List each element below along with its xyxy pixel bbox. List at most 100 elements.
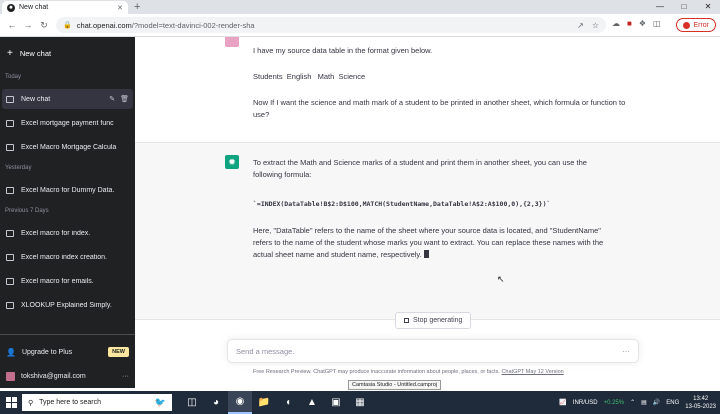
sidepanel-icon[interactable]: ◫: [653, 19, 661, 28]
version-link[interactable]: ChatGPT May 12 Version: [501, 369, 563, 375]
sidebar-item-new-chat[interactable]: New chat ✎ 🗑: [2, 89, 133, 109]
lock-icon[interactable]: 🔒: [63, 21, 72, 29]
tab-title: New chat: [19, 4, 49, 11]
sidebar-item-emails[interactable]: Excel macro for emails.: [2, 271, 133, 291]
chat-bubble-icon: [6, 143, 14, 151]
mouse-pointer-icon: ↖: [497, 274, 505, 284]
tray-chevron-icon[interactable]: ⌃: [630, 399, 635, 406]
profile-error-label: Error: [693, 21, 709, 29]
assistant-paragraph-1: To extract the Math and Science marks of…: [253, 158, 587, 179]
url-path: /?model=text-davinci-002-render-sha: [131, 20, 255, 30]
openai-favicon-icon: ✹: [7, 3, 15, 12]
user-message-line-3: Now If I want the science and math mark …: [253, 98, 626, 119]
taskbar-search[interactable]: ⚲ Type here to search 🐦: [22, 394, 172, 411]
cloud-extension-icon[interactable]: ☁: [612, 19, 620, 28]
chat-bubble-icon: [6, 186, 14, 194]
sidebar-item-macro-mortgage[interactable]: Excel Macro Mortgage Calcula: [2, 137, 133, 157]
user-icon: 👤: [6, 347, 16, 357]
browser-tab-strip: ✹ New chat ✕ + — □ ✕: [0, 0, 720, 14]
tab-close-icon[interactable]: ✕: [117, 4, 123, 12]
extensions-area: ☁ ■ ❖ ◫: [612, 19, 661, 28]
stop-generating-button[interactable]: Stop generating: [395, 312, 472, 329]
user-message-line-2: Students English Math Science: [253, 72, 366, 81]
disclaimer: Free Research Preview. ChatGPT may produ…: [253, 369, 564, 375]
edit-pencil-icon[interactable]: ✎: [109, 95, 115, 103]
excel-icon[interactable]: ▦: [348, 391, 372, 414]
start-button[interactable]: [0, 391, 22, 414]
camtasia-icon[interactable]: ▣: [324, 391, 348, 414]
sidebar-item-xlookup[interactable]: XLOOKUP Explained Simply.: [2, 295, 133, 315]
reload-icon[interactable]: ↻: [36, 20, 52, 31]
stop-generating-label: Stop generating: [413, 317, 463, 324]
back-arrow-icon[interactable]: ←: [4, 20, 20, 30]
share-icon[interactable]: ↗: [577, 21, 584, 30]
url-host: chat.openai.com: [76, 20, 132, 30]
clock-date: 13-05-2023: [685, 403, 716, 410]
chat-bubble-icon: [6, 229, 14, 237]
browser-toolbar: ← → ↻ 🔒 chat.openai.com /?model=text-dav…: [0, 14, 720, 37]
sidebar-item-macro-index[interactable]: Excel macro for index.: [2, 223, 133, 243]
chat-bubble-icon: [6, 277, 14, 285]
browser-tab[interactable]: ✹ New chat ✕: [2, 1, 128, 14]
new-chat-button[interactable]: + New chat: [2, 42, 133, 64]
bird-doodle-icon: 🐦: [154, 397, 166, 407]
sidebar-item-index-creation[interactable]: Excel macro index creation.: [2, 247, 133, 267]
network-icon[interactable]: ▤: [641, 399, 647, 406]
chat-main: I have my source data table in the forma…: [135, 37, 720, 388]
avatar: [6, 371, 15, 381]
plus-icon: +: [7, 47, 13, 59]
app-icon[interactable]: ▲: [300, 391, 324, 414]
task-view-icon[interactable]: ◫: [180, 391, 204, 414]
forward-arrow-icon[interactable]: →: [20, 20, 36, 30]
windows-taskbar: ⚲ Type here to search 🐦 ◫ ◕ ◉ 📁 ◖ ▲ ▣ ▦ …: [0, 391, 720, 414]
upgrade-to-plus-button[interactable]: 👤 Upgrade to Plus NEW: [2, 342, 133, 362]
chrome-icon[interactable]: ◉: [228, 391, 252, 414]
clock-time: 13:42: [693, 395, 709, 402]
language-indicator[interactable]: ENG: [666, 400, 679, 406]
user-email: tokshiva@gmail.com: [21, 372, 86, 380]
profile-error-button[interactable]: Error: [676, 18, 716, 32]
disclaimer-text: Free Research Preview. ChatGPT may produ…: [253, 369, 500, 375]
section-yesterday: Yesterday: [5, 165, 32, 171]
sidebar: + New chat Today New chat ✎ 🗑 Excel mort…: [0, 37, 135, 388]
more-dots-icon: ···: [622, 346, 630, 356]
sidebar-item-label: Excel Macro for Dummy Data.: [21, 186, 115, 194]
close-window-button[interactable]: ✕: [696, 0, 720, 14]
volume-icon[interactable]: 🔊: [653, 399, 660, 406]
message-input[interactable]: [236, 346, 622, 356]
message-composer[interactable]: ···: [227, 339, 639, 363]
trash-icon[interactable]: 🗑: [120, 95, 129, 103]
red-extension-icon[interactable]: ■: [627, 19, 632, 28]
section-previous-7-days: Previous 7 Days: [5, 208, 49, 214]
formula-code: `=INDEX(DataTable!B$2:D$100,MATCH(Studen…: [253, 200, 551, 208]
file-explorer-icon[interactable]: 📁: [252, 391, 276, 414]
maximize-button[interactable]: □: [672, 0, 696, 14]
camtasia-tooltip: Camtasia Studio - Untitled.camproj: [348, 380, 441, 390]
search-icon: ⚲: [28, 399, 34, 407]
assistant-message: ✹ To extract the Math and Science marks …: [135, 142, 720, 320]
sidebar-item-dummy-data[interactable]: Excel Macro for Dummy Data.: [2, 180, 133, 200]
sidebar-item-mortgage-func[interactable]: Excel mortgage payment func: [2, 113, 133, 133]
system-tray: 📈 INR/USD +0.25% ⌃ ▤ 🔊 ENG 13:42 13-05-2…: [559, 391, 720, 414]
bookmark-star-icon[interactable]: ☆: [592, 21, 599, 30]
chatgpt-logo-icon: ✹: [225, 155, 239, 169]
edge-icon[interactable]: ◕: [204, 391, 228, 414]
edge-dev-icon[interactable]: ◖: [276, 391, 300, 414]
user-avatar: [225, 37, 239, 47]
taskbar-apps: ◫ ◕ ◉ 📁 ◖ ▲ ▣ ▦: [180, 391, 372, 414]
currency-label[interactable]: INR/USD: [573, 400, 598, 406]
chart-icon: 📈: [559, 400, 567, 406]
user-menu-button[interactable]: tokshiva@gmail.com ···: [2, 366, 133, 386]
puzzle-extensions-icon[interactable]: ❖: [639, 19, 646, 28]
chat-bubble-icon: [6, 301, 14, 309]
sidebar-divider: [0, 334, 135, 335]
section-today: Today: [5, 74, 22, 80]
new-chat-label: New chat: [19, 48, 52, 58]
new-tab-button[interactable]: +: [134, 1, 140, 13]
new-badge: NEW: [108, 347, 129, 357]
minimize-button[interactable]: —: [648, 0, 672, 14]
address-bar[interactable]: 🔒 chat.openai.com /?model=text-davinci-0…: [56, 17, 606, 33]
assistant-paragraph-2: Here, "DataTable" refers to the name of …: [253, 225, 613, 261]
user-message: I have my source data table in the forma…: [135, 37, 720, 142]
clock[interactable]: 13:42 13-05-2023: [685, 395, 716, 411]
